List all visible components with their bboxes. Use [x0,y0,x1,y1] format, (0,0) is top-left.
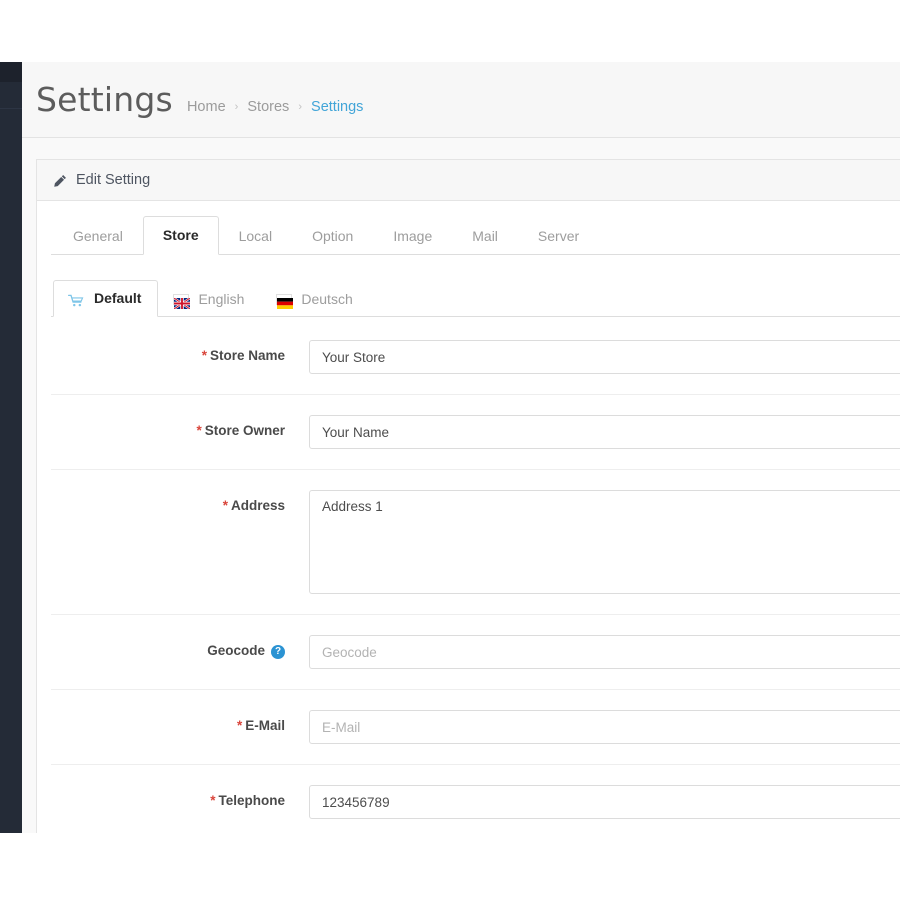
label-geocode: Geocode? [51,635,309,658]
store-name-input[interactable]: Your Store [309,340,900,374]
flag-germany-icon [276,294,292,305]
breadcrumb-separator-icon: › [235,101,239,113]
breadcrumb-item-stores[interactable]: Stores [247,99,289,115]
label-text: Store Owner [205,423,285,438]
language-tabs[interactable]: Default [51,280,900,317]
tab-option[interactable]: Option [292,217,373,255]
form-row-address: *Address Address 1 [51,470,900,615]
store-settings-form: *Store Name Your Store *Store Ow [51,317,900,833]
store-owner-value: Your Name [322,425,389,440]
lang-tab-label: Deutsch [301,290,352,308]
geocode-placeholder: Geocode [322,645,377,660]
label-store-owner: * Store Owner [51,415,309,438]
required-marker: * [237,718,242,733]
email-input[interactable]: E-Mail [309,710,900,744]
lang-tab-label: English [198,290,244,308]
form-row-email: *E-Mail E-Mail [51,690,900,765]
sidebar-header [0,62,22,82]
page-header: Settings Home › Stores › Settings [22,62,900,138]
panel-heading: Edit Setting [37,160,900,201]
tab-store[interactable]: Store [143,216,219,255]
store-owner-input[interactable]: Your Name [309,415,900,449]
shopping-cart-icon [68,293,85,306]
label-text: Telephone [218,793,285,808]
telephone-input[interactable]: 123456789 [309,785,900,819]
breadcrumb-item-settings[interactable]: Settings [311,99,363,115]
tab-local[interactable]: Local [219,217,292,255]
form-row-geocode: Geocode? Geocode [51,615,900,690]
panel-heading-label: Edit Setting [76,172,150,188]
edit-setting-panel: Edit Setting General Store Local Option … [36,159,900,833]
form-row-store-name: *Store Name Your Store [51,317,900,395]
main-content: Settings Home › Stores › Settings [22,62,900,833]
lang-tab-label: Default [94,289,141,307]
tab-mail[interactable]: Mail [452,217,518,255]
lang-tab-default[interactable]: Default [53,280,158,317]
label-store-name: *Store Name [51,340,309,363]
email-placeholder: E-Mail [322,720,360,735]
required-marker: * [210,793,215,808]
sidebar: s [0,62,22,833]
address-textarea[interactable]: Address 1 [309,490,900,594]
settings-tabs[interactable]: General Store Local Option Image Mail Se… [51,217,900,255]
lang-tab-deutsch[interactable]: Deutsch [261,281,369,317]
sidebar-item-partial[interactable]: s [0,108,22,140]
label-text: Geocode [207,643,265,658]
panel-body: General Store Local Option Image Mail Se… [37,201,900,833]
pencil-icon [53,174,67,188]
address-value: Address 1 [322,499,383,514]
page-title: Settings [36,80,173,119]
label-email: *E-Mail [51,710,309,733]
required-marker: * [223,498,228,513]
tab-general[interactable]: General [53,217,143,255]
label-text: Store Name [210,348,285,363]
help-icon[interactable]: ? [271,645,285,659]
geocode-input[interactable]: Geocode [309,635,900,669]
label-text: E-Mail [245,718,285,733]
tab-server[interactable]: Server [518,217,599,255]
screenshot-root: s Settings Home › Stores › Settings [0,0,900,900]
form-row-store-owner: * Store Owner Your Name [51,395,900,470]
breadcrumb-separator-icon: › [298,101,302,113]
flag-uk-icon [173,294,189,305]
breadcrumb: Home › Stores › Settings [187,99,363,115]
label-address: *Address [51,490,309,513]
required-marker: * [202,348,207,363]
required-marker: * [196,423,201,438]
label-text: Address [231,498,285,513]
form-row-telephone: *Telephone 123456789 [51,765,900,833]
label-telephone: *Telephone [51,785,309,808]
telephone-value: 123456789 [322,795,390,810]
browser-viewport: s Settings Home › Stores › Settings [0,62,900,833]
sidebar-menu[interactable]: s [0,108,22,140]
lang-tab-english[interactable]: English [158,281,261,317]
breadcrumb-item-home[interactable]: Home [187,99,226,115]
store-name-value: Your Store [322,350,385,365]
tab-image[interactable]: Image [373,217,452,255]
